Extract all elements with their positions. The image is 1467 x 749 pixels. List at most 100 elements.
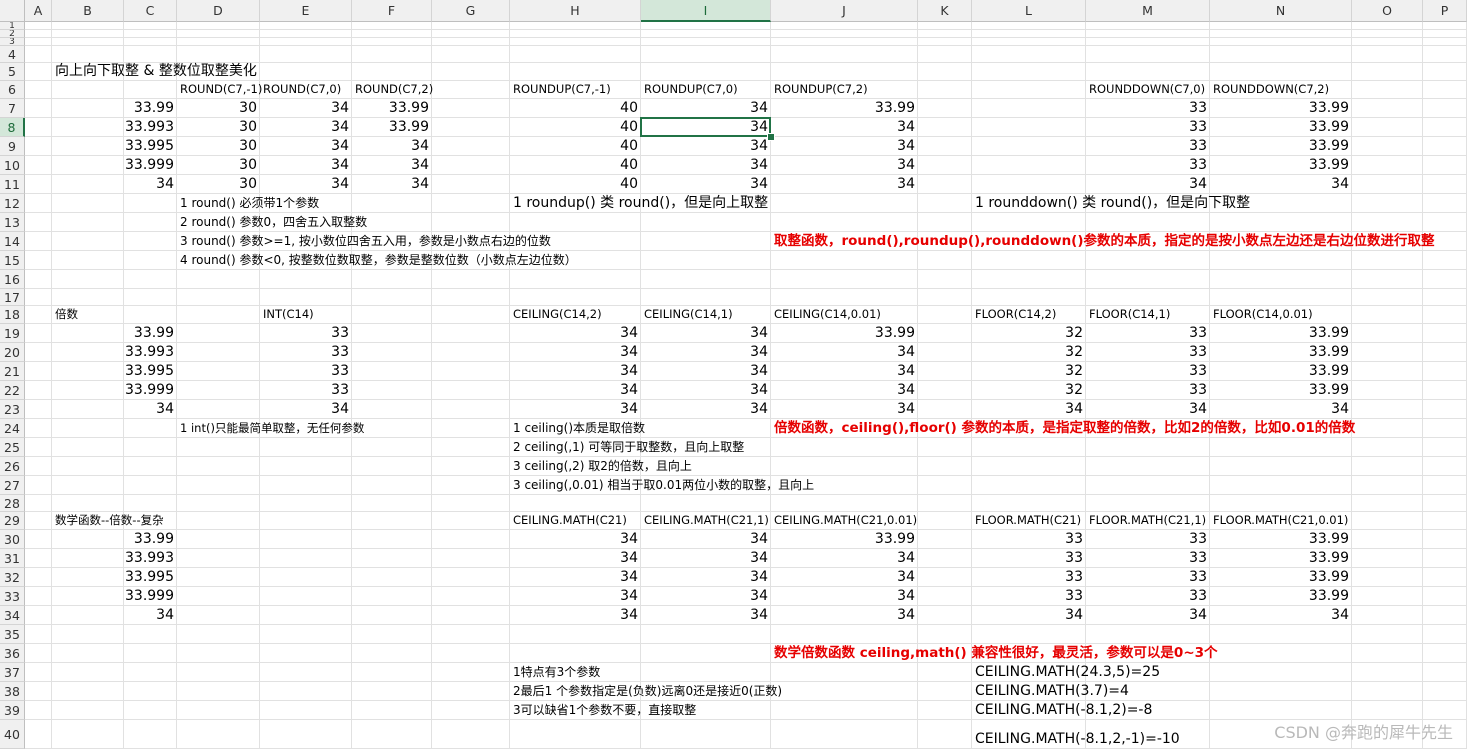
row-header-35[interactable]: 35 [0, 625, 25, 644]
cell-n30[interactable]: 33.99 [1210, 530, 1352, 549]
cell-e7[interactable]: 34 [260, 99, 352, 118]
row-header-19[interactable]: 19 [0, 324, 25, 343]
cell-m6[interactable]: ROUNDDOWN(C7,0) [1086, 80, 1205, 99]
cell-i29[interactable]: CEILING.MATH(C21,1) [641, 511, 769, 530]
cell-n34[interactable]: 34 [1210, 606, 1352, 625]
cell-f9[interactable]: 34 [352, 137, 432, 156]
cell-n23[interactable]: 34 [1210, 400, 1352, 419]
cell-b18[interactable]: 倍数 [52, 305, 78, 324]
cell-n7[interactable]: 33.99 [1210, 99, 1352, 118]
cell-c10[interactable]: 33.999 [124, 156, 177, 175]
cell-e18[interactable]: INT(C14) [260, 305, 314, 324]
column-header-j[interactable]: J [771, 0, 918, 22]
cell-e22[interactable]: 33 [260, 381, 352, 400]
cell-c21[interactable]: 33.995 [124, 362, 177, 381]
cell-h9[interactable]: 40 [510, 137, 641, 156]
row-header-32[interactable]: 32 [0, 568, 25, 587]
column-header-n[interactable]: N [1210, 0, 1352, 22]
row-header-16[interactable]: 16 [0, 270, 25, 289]
row-header-25[interactable]: 25 [0, 438, 25, 457]
column-header-o[interactable]: O [1352, 0, 1423, 22]
cell-n29[interactable]: FLOOR.MATH(C21,0.01) [1210, 511, 1348, 530]
cell-l32[interactable]: 33 [972, 568, 1086, 587]
cell-i7[interactable]: 34 [641, 99, 771, 118]
cell-h18[interactable]: CEILING(C14,2) [510, 305, 602, 324]
cell-m9[interactable]: 33 [1086, 137, 1210, 156]
column-header-c[interactable]: C [124, 0, 177, 22]
cell-f7[interactable]: 33.99 [352, 99, 432, 118]
cell-i18[interactable]: CEILING(C14,1) [641, 305, 733, 324]
cell-c32[interactable]: 33.995 [124, 568, 177, 587]
cell-n6[interactable]: ROUNDDOWN(C7,2) [1210, 80, 1329, 99]
row-header-21[interactable]: 21 [0, 362, 25, 381]
cell-c30[interactable]: 33.99 [124, 530, 177, 549]
cell-d8[interactable]: 30 [177, 118, 260, 137]
column-header-m[interactable]: M [1086, 0, 1210, 22]
row-header-15[interactable]: 15 [0, 251, 25, 270]
cell-i31[interactable]: 34 [641, 549, 771, 568]
cell-n9[interactable]: 33.99 [1210, 137, 1352, 156]
cell-l20[interactable]: 32 [972, 343, 1086, 362]
column-header-a[interactable]: A [25, 0, 52, 22]
cell-m21[interactable]: 33 [1086, 362, 1210, 381]
row-header-27[interactable]: 27 [0, 476, 25, 495]
row-header-18[interactable]: 18 [0, 306, 25, 324]
cell-j19[interactable]: 33.99 [771, 324, 918, 343]
cell-l37[interactable]: CEILING.MATH(24.3,5)=25 [972, 663, 1160, 682]
cell-i21[interactable]: 34 [641, 362, 771, 381]
cell-b29[interactable]: 数学函数--倍数--复杂 [52, 511, 164, 530]
cell-m7[interactable]: 33 [1086, 99, 1210, 118]
cell-j31[interactable]: 34 [771, 549, 918, 568]
cell-j6[interactable]: ROUNDUP(C7,2) [771, 80, 868, 99]
cell-l29[interactable]: FLOOR.MATH(C21) [972, 511, 1081, 530]
cell-c19[interactable]: 33.99 [124, 324, 177, 343]
cell-m10[interactable]: 33 [1086, 156, 1210, 175]
cell-d14[interactable]: 3 round() 参数>=1, 按小数位四舍五入用，参数是小数点右边的位数 [177, 232, 551, 251]
cell-c20[interactable]: 33.993 [124, 343, 177, 362]
row-header-23[interactable]: 23 [0, 400, 25, 419]
row-header-40[interactable]: 40 [0, 720, 25, 749]
cell-d9[interactable]: 30 [177, 137, 260, 156]
cell-d7[interactable]: 30 [177, 99, 260, 118]
cell-i30[interactable]: 34 [641, 530, 771, 549]
cell-i11[interactable]: 34 [641, 175, 771, 194]
row-header-34[interactable]: 34 [0, 606, 25, 625]
cell-j11[interactable]: 34 [771, 175, 918, 194]
cell-f10[interactable]: 34 [352, 156, 432, 175]
cell-c22[interactable]: 33.999 [124, 381, 177, 400]
cell-h8[interactable]: 40 [510, 118, 641, 137]
cell-m19[interactable]: 33 [1086, 324, 1210, 343]
cell-m8[interactable]: 33 [1086, 118, 1210, 137]
column-header-f[interactable]: F [352, 0, 432, 22]
cell-j21[interactable]: 34 [771, 362, 918, 381]
cell-c11[interactable]: 34 [124, 175, 177, 194]
cell-l33[interactable]: 33 [972, 587, 1086, 606]
cell-n21[interactable]: 33.99 [1210, 362, 1352, 381]
cell-h27[interactable]: 3 ceiling(,0.01) 相当于取0.01两位小数的取整，且向上 [510, 476, 814, 495]
cell-l22[interactable]: 32 [972, 381, 1086, 400]
row-header-24[interactable]: 24 [0, 419, 25, 438]
cell-c34[interactable]: 34 [124, 606, 177, 625]
row-header-20[interactable]: 20 [0, 343, 25, 362]
cell-m22[interactable]: 33 [1086, 381, 1210, 400]
row-header-33[interactable]: 33 [0, 587, 25, 606]
cell-h38[interactable]: 2最后1 个参数指定是(负数)远离0还是接近0(正数) [510, 682, 782, 701]
row-header-2[interactable]: 2 [0, 30, 25, 38]
cell-j8[interactable]: 34 [771, 118, 918, 137]
cell-j10[interactable]: 34 [771, 156, 918, 175]
cell-l30[interactable]: 33 [972, 530, 1086, 549]
cell-i9[interactable]: 34 [641, 137, 771, 156]
cell-d24[interactable]: 1 int()只能最简单取整，无任何参数 [177, 419, 364, 438]
cell-i34[interactable]: 34 [641, 606, 771, 625]
cell-h29[interactable]: CEILING.MATH(C21) [510, 511, 627, 530]
cell-j36[interactable]: 数学倍数函数 ceiling,math() 兼容性很好，最灵活，参数可以是0~3… [771, 644, 1218, 663]
row-header-14[interactable]: 14 [0, 232, 25, 251]
row-header-31[interactable]: 31 [0, 549, 25, 568]
column-header-h[interactable]: H [510, 0, 641, 22]
cell-l34[interactable]: 34 [972, 606, 1086, 625]
cell-m11[interactable]: 34 [1086, 175, 1210, 194]
cell-e21[interactable]: 33 [260, 362, 352, 381]
column-header-e[interactable]: E [260, 0, 352, 22]
cell-h30[interactable]: 34 [510, 530, 641, 549]
cell-c31[interactable]: 33.993 [124, 549, 177, 568]
